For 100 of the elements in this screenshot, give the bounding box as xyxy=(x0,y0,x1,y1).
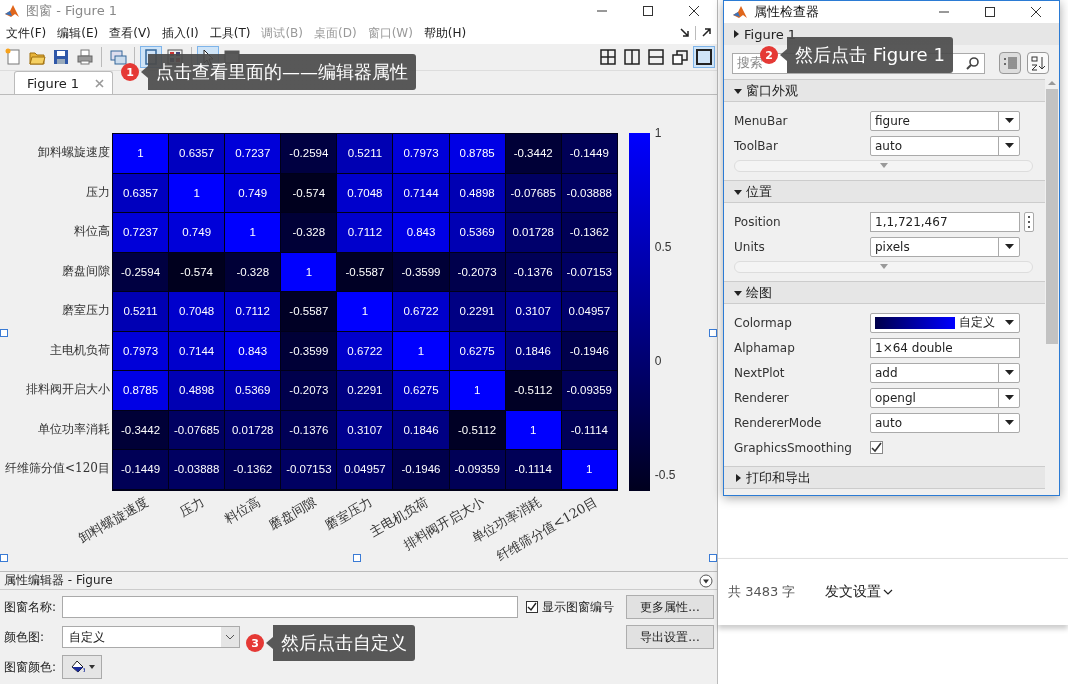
single-layout-icon[interactable] xyxy=(693,46,715,69)
heatmap-cell: 0.8785 xyxy=(449,134,505,173)
heatmap-cell: 1 xyxy=(449,371,505,410)
chevron-down-icon xyxy=(883,588,894,596)
menu-item[interactable]: 编辑(E) xyxy=(55,24,108,42)
heatmap-cell: 0.04957 xyxy=(337,450,393,489)
publish-settings-link[interactable]: 发文设置 xyxy=(825,583,894,601)
export-settings-button[interactable]: 导出设置... xyxy=(626,625,714,649)
heatmap-cell: -0.07153 xyxy=(281,450,337,489)
close-icon[interactable] xyxy=(1031,7,1041,17)
row-label: 磨盘间隙 xyxy=(62,262,110,280)
heatmap-cell: 0.843 xyxy=(393,213,449,252)
more-options-button[interactable] xyxy=(1024,211,1034,232)
selection-handle[interactable] xyxy=(709,554,717,562)
heatmap-cell: 1 xyxy=(505,410,561,449)
property-label: ToolBar xyxy=(734,138,779,153)
figure-tab[interactable]: Figure 1 xyxy=(14,71,114,94)
heatmap-cell: 0.6357 xyxy=(113,173,169,212)
colormap-dropdown[interactable]: 自定义 xyxy=(870,312,1020,333)
maximize-icon[interactable] xyxy=(643,6,653,16)
property-checkbox[interactable] xyxy=(870,441,883,454)
section-header[interactable]: 窗口外观 xyxy=(724,79,1045,102)
section-header[interactable]: 打印和导出 xyxy=(724,466,1045,489)
colormap-dropdown[interactable]: 自定义 xyxy=(62,626,240,648)
maximize-icon[interactable] xyxy=(985,7,995,17)
menu-item[interactable]: 插入(I) xyxy=(159,24,208,42)
property-dropdown[interactable]: add xyxy=(870,362,1020,383)
heatmap-cell: 0.2291 xyxy=(449,292,505,331)
heatmap-cell: -0.5587 xyxy=(337,252,393,291)
close-icon[interactable] xyxy=(689,6,699,16)
dock-arrow-icon[interactable] xyxy=(680,28,690,39)
heatmap-cell: -0.3442 xyxy=(113,410,169,449)
heatmap-cell: -0.328 xyxy=(281,213,337,252)
sort-icon xyxy=(1029,54,1047,72)
selection-handle[interactable] xyxy=(0,554,8,562)
property-field[interactable]: 1,1,721,467 xyxy=(870,211,1020,232)
menu-item[interactable]: 文件(F) xyxy=(4,24,56,42)
heatmap-cell: 0.7144 xyxy=(393,173,449,212)
chevron-down-icon xyxy=(225,634,235,640)
grid-layout-icon xyxy=(599,48,617,67)
expand-triangle-icon xyxy=(734,473,742,482)
heatmap-cell: -0.2594 xyxy=(113,252,169,291)
property-label: Colormap xyxy=(734,315,793,330)
heatmap-cell: 0.6722 xyxy=(393,292,449,331)
categorized-view-button[interactable] xyxy=(999,52,1021,74)
selection-handle[interactable] xyxy=(709,329,717,337)
property-field[interactable]: 1×64 double xyxy=(870,337,1020,358)
dropdown-arrow-icon xyxy=(1004,394,1014,401)
heatmap-cell: 0.749 xyxy=(225,173,281,212)
section-header[interactable]: 绘图 xyxy=(724,281,1045,304)
printer-icon xyxy=(76,48,94,67)
heatmap-cell: 0.7973 xyxy=(113,331,169,370)
property-dropdown[interactable]: opengl xyxy=(870,387,1020,408)
scrollbar[interactable] xyxy=(1045,79,1059,495)
collapse-icon[interactable] xyxy=(699,573,713,588)
row-label: 磨室压力 xyxy=(62,302,110,320)
heatmap-cell: 0.7048 xyxy=(169,292,225,331)
heatmap-cell: 0.7973 xyxy=(393,134,449,173)
checkbox[interactable] xyxy=(526,601,538,613)
section-header[interactable]: 位置 xyxy=(724,180,1045,203)
heatmap-cell: -0.1376 xyxy=(281,410,337,449)
heatmap-cell: 0.1846 xyxy=(505,331,561,370)
heatmap-cell: 0.2291 xyxy=(337,371,393,410)
more-properties-button[interactable]: 更多属性... xyxy=(626,595,714,619)
property-dropdown[interactable]: auto xyxy=(870,135,1020,156)
heatmap-cell: -0.1114 xyxy=(561,410,617,449)
alphabetical-view-button[interactable] xyxy=(1027,52,1049,74)
selection-handle[interactable] xyxy=(0,329,8,337)
menu-item[interactable]: 帮助(H) xyxy=(421,24,476,42)
color-picker-button[interactable] xyxy=(62,655,102,679)
heatmap-cell: 1 xyxy=(561,450,617,489)
selection-handle[interactable] xyxy=(353,554,361,562)
heatmap-cell: 0.5211 xyxy=(113,292,169,331)
heatmap-cell: 0.7144 xyxy=(169,331,225,370)
row-label: 压力 xyxy=(86,183,110,201)
expand-triangle-icon xyxy=(734,86,742,95)
property-label: RendererMode xyxy=(734,415,823,430)
step-tooltip: 然后点击自定义 xyxy=(266,625,415,661)
name-field[interactable] xyxy=(62,596,518,618)
word-count: 共 3483 字 xyxy=(728,583,796,601)
heatmap-cell: -0.1449 xyxy=(113,450,169,489)
heatmap-cell: -0.1362 xyxy=(225,450,281,489)
field-label: 图窗名称: xyxy=(4,598,58,616)
heatmap-cell: -0.574 xyxy=(281,173,337,212)
heatmap-cell: -0.3599 xyxy=(281,331,337,370)
heatmap-cell: -0.07685 xyxy=(169,410,225,449)
property-dropdown[interactable]: figure xyxy=(870,110,1020,131)
row-label: 料位高 xyxy=(74,223,110,241)
property-dropdown[interactable]: pixels xyxy=(870,236,1020,257)
menu-item[interactable]: 查看(V) xyxy=(107,24,160,42)
heatmap-cell: 0.5211 xyxy=(337,134,393,173)
rows-layout-icon xyxy=(647,48,665,67)
field-label: 图窗颜色: xyxy=(4,658,58,676)
heatmap-cell: 0.4898 xyxy=(449,173,505,212)
menu-item[interactable]: 工具(T) xyxy=(207,24,260,42)
undock-arrow-icon[interactable] xyxy=(701,28,711,39)
row-label: 纤维筛分值<120目 xyxy=(5,460,110,478)
property-dropdown[interactable]: auto xyxy=(870,412,1020,433)
colorbar-tick-label: 0.5 xyxy=(654,240,672,254)
heatmap-cell: -0.5112 xyxy=(449,410,505,449)
